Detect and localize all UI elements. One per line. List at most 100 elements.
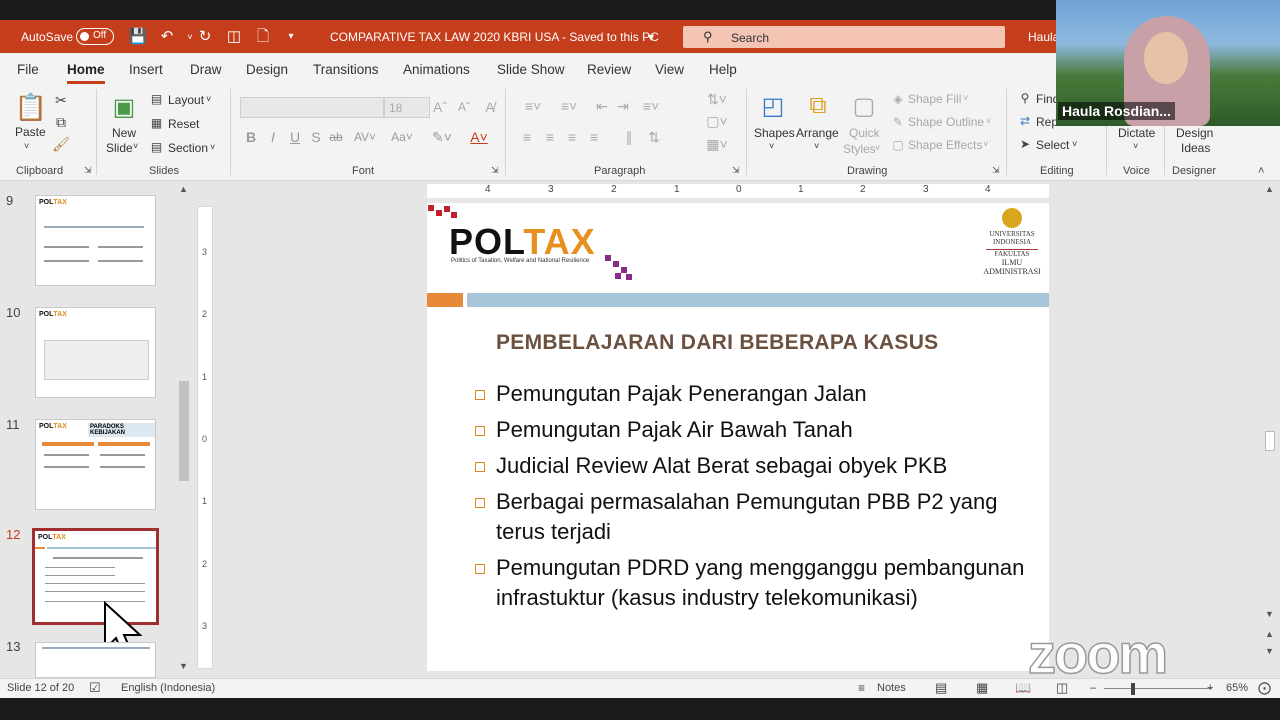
slide-info[interactable]: Slide 12 of 20: [7, 682, 74, 694]
reading-view-icon[interactable]: 📖: [1015, 680, 1031, 696]
font-family-select[interactable]: [240, 97, 384, 118]
tab-view[interactable]: View: [655, 62, 684, 77]
bullet-list[interactable]: Pemungutan Pajak Penerangan Jalan Pemung…: [475, 379, 1035, 619]
tab-insert[interactable]: Insert: [129, 62, 163, 77]
thumbnail-scrollbar[interactable]: ▲ ▼: [176, 181, 192, 678]
customize-toolbar-icon[interactable]: ▾: [281, 27, 301, 47]
bullets-icon[interactable]: ≡˅: [518, 97, 548, 115]
new-slide-dropdown-icon[interactable]: ˅: [133, 141, 138, 151]
change-case-icon[interactable]: Aa˅: [387, 128, 417, 146]
grow-font-icon[interactable]: Aˆ: [432, 98, 448, 116]
shape-fill-button[interactable]: Shape Fill: [908, 92, 961, 106]
section-button[interactable]: Section: [168, 141, 208, 155]
scroll-up-icon[interactable]: ▲: [179, 184, 188, 194]
cut-icon[interactable]: ✂: [52, 91, 70, 109]
layout-dropdown-icon[interactable]: ˅: [206, 94, 211, 104]
decrease-indent-icon[interactable]: ⇤: [593, 97, 611, 115]
shadow-icon[interactable]: S: [309, 128, 323, 146]
quick-styles-label-2[interactable]: Styles: [843, 142, 876, 156]
arrange-dropdown-icon[interactable]: ˅: [814, 141, 819, 151]
title-dropdown-icon[interactable]: ▾: [648, 30, 654, 44]
tab-slide-show[interactable]: Slide Show: [497, 62, 565, 77]
zoom-in-icon[interactable]: +: [1207, 682, 1213, 694]
save-icon[interactable]: 💾: [128, 27, 148, 47]
justify-icon[interactable]: ≡: [585, 128, 603, 146]
new-slide-icon[interactable]: ▣: [108, 91, 140, 123]
undo-icon[interactable]: ↶: [157, 27, 177, 47]
quick-styles-icon[interactable]: ▢: [848, 90, 880, 122]
slide-thumbnail-10[interactable]: POLTAX: [35, 307, 156, 398]
bold-icon[interactable]: B: [244, 128, 258, 146]
slide-thumbnail-11[interactable]: POLTAX PARADOKS KEBIJAKAN: [35, 419, 156, 510]
dictate-button[interactable]: Dictate: [1118, 126, 1155, 140]
paste-button[interactable]: Paste: [15, 125, 46, 139]
increase-indent-icon[interactable]: ⇥: [614, 97, 632, 115]
sort-icon[interactable]: ⇅˅: [704, 90, 730, 108]
new-file-icon[interactable]: 🗋: [253, 27, 273, 47]
normal-view-icon[interactable]: ▤: [935, 680, 947, 696]
align-text-icon[interactable]: ▢˅: [704, 112, 730, 130]
quick-styles-dropdown-icon[interactable]: ˅: [875, 143, 880, 153]
tab-help[interactable]: Help: [709, 62, 737, 77]
accessibility-icon[interactable]: ☑: [89, 680, 101, 696]
highlight-icon[interactable]: ✎˅: [428, 128, 456, 146]
slide-sorter-icon[interactable]: ▦: [976, 680, 988, 696]
slide-thumbnail-9[interactable]: POLTAX: [35, 195, 156, 286]
shape-outline-dropdown-icon[interactable]: ˅: [986, 116, 991, 126]
fit-to-window-icon[interactable]: ⨀: [1258, 680, 1271, 696]
slide-title[interactable]: PEMBELAJARAN DARI BEBERAPA KASUS: [496, 331, 938, 355]
select-button[interactable]: Select: [1036, 138, 1069, 152]
scroll-up-icon[interactable]: ▲: [1265, 184, 1274, 194]
shape-outline-button[interactable]: Shape Outline: [908, 115, 984, 129]
tab-file[interactable]: File: [17, 62, 39, 77]
new-slide-label-2[interactable]: Slide: [106, 141, 133, 155]
zoom-slider-knob[interactable]: [1131, 683, 1135, 695]
editor-scrollbar[interactable]: ▲ ▼ ▲ ▼: [1262, 181, 1278, 678]
character-spacing-icon[interactable]: AV˅: [352, 128, 378, 146]
tab-review[interactable]: Review: [587, 62, 631, 77]
shapes-icon[interactable]: ◰: [757, 90, 789, 122]
zoom-slider[interactable]: [1104, 688, 1212, 689]
design-ideas-label-2[interactable]: Ideas: [1181, 141, 1210, 155]
design-ideas-label-1[interactable]: Design: [1176, 126, 1213, 140]
tab-transitions[interactable]: Transitions: [313, 62, 379, 77]
font-launcher-icon[interactable]: ⇲: [491, 165, 499, 176]
shape-effects-button[interactable]: Shape Effects: [908, 138, 983, 152]
previous-slide-icon[interactable]: ▲: [1265, 629, 1274, 639]
shapes-button[interactable]: Shapes: [754, 126, 795, 140]
slide-thumbnail-13[interactable]: [35, 642, 156, 678]
tab-draw[interactable]: Draw: [190, 62, 222, 77]
slide-canvas[interactable]: POLTAX Politics of Taxation, Welfare and…: [427, 203, 1049, 671]
scroll-down-icon[interactable]: ▼: [1265, 609, 1274, 619]
layout-button[interactable]: Layout: [168, 93, 204, 107]
strikethrough-icon[interactable]: ab: [328, 128, 344, 146]
align-center-icon[interactable]: ≡: [541, 128, 559, 146]
clipboard-launcher-icon[interactable]: ⇲: [84, 165, 92, 176]
font-size-select[interactable]: 18: [384, 97, 430, 118]
video-tile[interactable]: Haula Rosdian...: [1056, 0, 1280, 126]
dictate-dropdown-icon[interactable]: ˅: [1133, 141, 1138, 151]
arrange-icon[interactable]: ⧉: [802, 90, 834, 122]
scrollbar-thumb[interactable]: [179, 381, 189, 481]
scrollbar-thumb[interactable]: [1265, 431, 1275, 451]
format-painter-icon[interactable]: 🖌: [52, 135, 70, 153]
arrange-button[interactable]: Arrange: [796, 126, 839, 140]
zoom-level[interactable]: 65%: [1226, 682, 1248, 694]
replace-button[interactable]: Rep: [1036, 115, 1058, 129]
shape-effects-dropdown-icon[interactable]: ˅: [983, 139, 988, 149]
columns-icon[interactable]: ∥: [620, 128, 638, 146]
autosave-toggle[interactable]: Off: [76, 28, 114, 45]
new-slide-label-1[interactable]: New: [112, 126, 136, 140]
select-dropdown-icon[interactable]: ˅: [1072, 139, 1077, 149]
copy-icon[interactable]: ⧉: [52, 113, 70, 131]
align-left-icon[interactable]: ≡: [518, 128, 536, 146]
document-title[interactable]: COMPARATIVE TAX LAW 2020 KBRI USA - Save…: [330, 30, 659, 44]
tab-animations[interactable]: Animations: [403, 62, 470, 77]
drawing-launcher-icon[interactable]: ⇲: [992, 165, 1000, 176]
text-direction-icon[interactable]: ⇅: [645, 128, 663, 146]
scroll-down-icon[interactable]: ▼: [179, 661, 188, 671]
presenter-icon[interactable]: ◫: [224, 27, 244, 47]
redo-icon[interactable]: ↻: [195, 27, 215, 47]
align-right-icon[interactable]: ≡: [563, 128, 581, 146]
notes-button[interactable]: Notes: [877, 682, 906, 694]
